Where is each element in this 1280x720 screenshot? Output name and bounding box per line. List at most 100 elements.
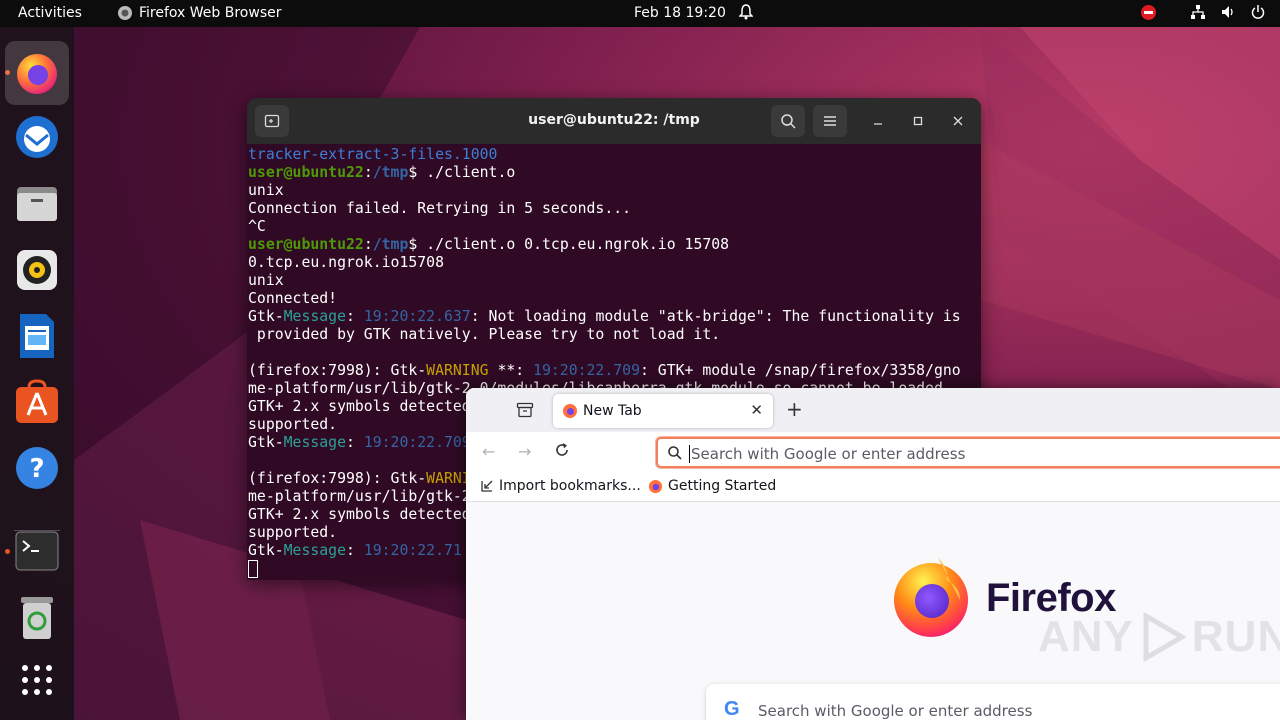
terminal-text: me-platform/usr/lib/gtk-2 bbox=[248, 488, 471, 505]
terminal-text: **: bbox=[488, 362, 534, 379]
new-tab-page: Firefox G Search with Google or enter ad… bbox=[466, 502, 1280, 720]
firefox-small-icon bbox=[118, 6, 132, 20]
app-menu[interactable]: Firefox Web Browser bbox=[117, 5, 282, 21]
minimize-icon bbox=[874, 123, 882, 125]
terminal-line: Connection failed. Retrying in 5 seconds… bbox=[248, 200, 981, 218]
forward-arrow-icon[interactable]: → bbox=[518, 442, 531, 461]
tab-bar: New Tab ✕ + bbox=[466, 388, 1280, 432]
url-bar[interactable]: Search with Google or enter address bbox=[656, 437, 1280, 468]
terminal-text: : bbox=[363, 236, 373, 253]
getting-started-label: Getting Started bbox=[668, 478, 777, 494]
terminal-text: GTK+ 2.x symbols detected bbox=[248, 506, 471, 523]
show-apps-button[interactable] bbox=[5, 648, 69, 712]
writer-icon bbox=[20, 314, 54, 358]
app-center-icon bbox=[16, 379, 58, 423]
reload-icon[interactable] bbox=[554, 442, 570, 462]
terminal-text: /tmp bbox=[372, 236, 409, 253]
dock-thunderbird[interactable] bbox=[5, 105, 69, 169]
terminal-cursor bbox=[248, 560, 258, 578]
terminal-text: Message bbox=[283, 434, 346, 451]
dock-app-center[interactable] bbox=[5, 370, 69, 434]
terminal-line: user@ubuntu22:/tmp$ ./client.o 0.tcp.eu.… bbox=[248, 236, 981, 254]
dock: ? bbox=[0, 27, 74, 720]
rhythmbox-icon bbox=[17, 250, 57, 290]
terminal-text: unix bbox=[248, 272, 284, 289]
dock-terminal[interactable] bbox=[5, 519, 69, 583]
top-bar: Activities Firefox Web Browser Feb 18 19… bbox=[0, 0, 1280, 27]
firefox-logo-icon bbox=[894, 558, 968, 637]
nav-bar: ← → Search with Google or enter address bbox=[466, 432, 1280, 472]
getting-started-item[interactable]: Getting Started bbox=[648, 478, 776, 494]
terminal-line: unix bbox=[248, 182, 981, 200]
terminal-text: 19:20:22.709 bbox=[363, 434, 471, 451]
import-bookmarks-item[interactable]: Import bookmarks... bbox=[480, 478, 641, 494]
clock[interactable]: Feb 18 19:20 bbox=[634, 5, 726, 21]
terminal-text: /tmp bbox=[372, 164, 409, 181]
terminal-text: Connected! bbox=[248, 290, 338, 307]
terminal-line: 0.tcp.eu.ngrok.io15708 bbox=[248, 254, 981, 272]
terminal-text: tracker-extract-3-files.1000 bbox=[248, 146, 498, 163]
terminal-text: : bbox=[363, 164, 373, 181]
bookmarks-toolbar: Import bookmarks... Getting Started bbox=[466, 472, 1280, 502]
dock-help[interactable]: ? bbox=[5, 436, 69, 500]
menu-button[interactable] bbox=[813, 105, 847, 137]
close-button[interactable] bbox=[947, 110, 969, 132]
help-icon: ? bbox=[16, 447, 58, 489]
terminal-text: WARNING bbox=[426, 362, 489, 379]
terminal-line: user@ubuntu22:/tmp$ ./client.o bbox=[248, 164, 981, 182]
terminal-text: (firefox:7998): Gtk- bbox=[248, 470, 427, 487]
terminal-text: user@ubuntu22 bbox=[248, 236, 364, 253]
terminal-text: supported. bbox=[248, 416, 338, 433]
activities-button[interactable]: Activities bbox=[18, 5, 82, 21]
terminal-text: : GTK+ module /snap/firefox/3358/gno bbox=[639, 362, 961, 379]
terminal-text: unix bbox=[248, 182, 284, 199]
grid-icon bbox=[22, 665, 52, 695]
firefox-view-button[interactable] bbox=[511, 398, 539, 422]
tab-new-tab[interactable]: New Tab ✕ bbox=[553, 394, 773, 428]
search-button[interactable] bbox=[771, 105, 805, 137]
terminal-text: : bbox=[346, 308, 364, 325]
watermark-right-text: RUN bbox=[1191, 612, 1280, 661]
url-placeholder: Search with Google or enter address bbox=[691, 445, 966, 463]
terminal-text: provided by GTK natively. Please try to … bbox=[248, 326, 721, 343]
terminal-line: tracker-extract-3-files.1000 bbox=[248, 146, 981, 164]
firefox-icon bbox=[17, 54, 57, 94]
dock-writer[interactable] bbox=[5, 304, 69, 368]
dock-files[interactable] bbox=[5, 172, 69, 236]
terminal-text: (firefox:7998): Gtk- bbox=[248, 362, 427, 379]
terminal-text: 19:20:22.71 bbox=[363, 542, 462, 559]
dock-trash[interactable] bbox=[5, 586, 69, 650]
firefox-bookmark-icon bbox=[648, 479, 663, 493]
svg-text:?: ? bbox=[29, 454, 44, 484]
terminal-headerbar[interactable]: user@ubuntu22: /tmp bbox=[247, 98, 981, 144]
terminal-text: : bbox=[346, 542, 364, 559]
terminal-text: 0.tcp.eu.ngrok.io15708 bbox=[248, 254, 444, 271]
terminal-text: user@ubuntu22 bbox=[248, 164, 364, 181]
watermark-left-text: ANY bbox=[1038, 612, 1134, 661]
terminal-text: $ ./client.o bbox=[408, 164, 516, 181]
dock-firefox[interactable] bbox=[5, 41, 69, 105]
back-arrow-icon[interactable]: ← bbox=[482, 442, 495, 461]
terminal-line: provided by GTK natively. Please try to … bbox=[248, 326, 981, 344]
new-tab-plus-button[interactable]: + bbox=[786, 398, 803, 420]
tab-close-icon[interactable]: ✕ bbox=[750, 401, 763, 419]
terminal-text: Message bbox=[283, 542, 346, 559]
text-caret bbox=[689, 445, 690, 463]
terminal-text: ^C bbox=[248, 218, 266, 235]
anyrun-watermark: ANY RUN bbox=[1038, 612, 1280, 662]
minimize-button[interactable] bbox=[867, 110, 889, 132]
newtab-search-placeholder: Search with Google or enter address bbox=[758, 702, 1033, 720]
newtab-search-box[interactable]: G Search with Google or enter address bbox=[706, 684, 1280, 720]
dock-rhythmbox[interactable] bbox=[5, 238, 69, 302]
volume-icon bbox=[1222, 6, 1233, 18]
firefox-window[interactable]: New Tab ✕ + ← → Search with Google or en… bbox=[466, 388, 1280, 720]
search-icon bbox=[781, 114, 796, 129]
import-bookmarks-label: Import bookmarks... bbox=[499, 478, 641, 494]
terminal-text: Gtk- bbox=[248, 542, 284, 559]
import-icon bbox=[481, 480, 493, 492]
terminal-text: 19:20:22.709 bbox=[533, 362, 640, 379]
terminal-line: unix bbox=[248, 272, 981, 290]
firefox-view-icon bbox=[516, 402, 534, 418]
maximize-button[interactable] bbox=[907, 110, 929, 132]
system-tray[interactable] bbox=[1141, 4, 1266, 20]
